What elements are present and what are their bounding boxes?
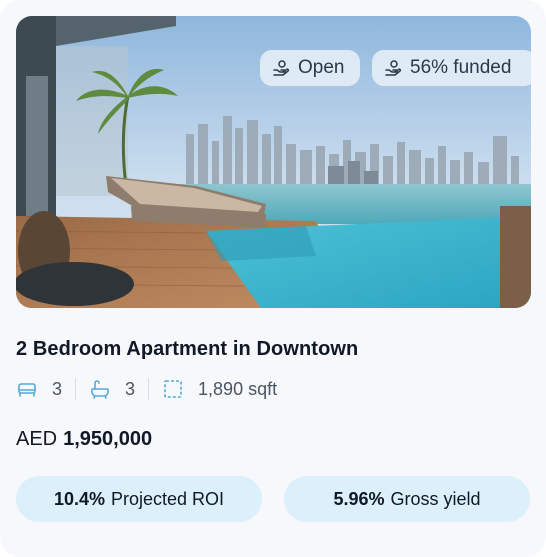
spec-divider [148,378,150,400]
property-photo[interactable]: Open 56% funded [16,16,531,308]
gross-yield-chip: 5.96% Gross yield [284,476,530,522]
bathtub-icon [89,378,111,400]
status-label: Open [298,57,345,78]
yield-label: Gross yield [390,488,481,509]
funded-label: 56% funded [410,57,512,78]
area-value: 1,890 sqft [198,378,278,399]
area-spec: 1,890 sqft [162,378,277,400]
bathrooms-count: 3 [125,378,136,399]
price-amount: 1,950,000 [63,428,153,450]
property-price: AED 1,950,000 [16,428,152,451]
area-icon [162,378,184,400]
funded-badge: 56% funded [372,50,531,86]
roi-label: Projected ROI [111,488,225,509]
property-specs: 3 3 1,890 sqft [16,376,277,402]
projected-roi-chip: 10.4% Projected ROI [16,476,262,522]
spec-divider [75,378,77,400]
bed-icon [16,378,38,400]
yield-value: 5.96% [333,488,385,509]
bedrooms-spec: 3 [16,378,62,400]
hand-coins-icon [272,59,290,77]
property-card[interactable]: Open 56% funded 2 Bedroom Apartment in D… [0,0,546,557]
hand-coins-icon [384,59,402,77]
bathrooms-spec: 3 [89,378,135,400]
roi-value: 10.4% [53,488,105,509]
price-currency: AED [16,428,58,450]
property-title[interactable]: 2 Bedroom Apartment in Downtown [16,338,358,361]
bedrooms-count: 3 [52,378,63,399]
status-badge: Open [260,50,360,86]
